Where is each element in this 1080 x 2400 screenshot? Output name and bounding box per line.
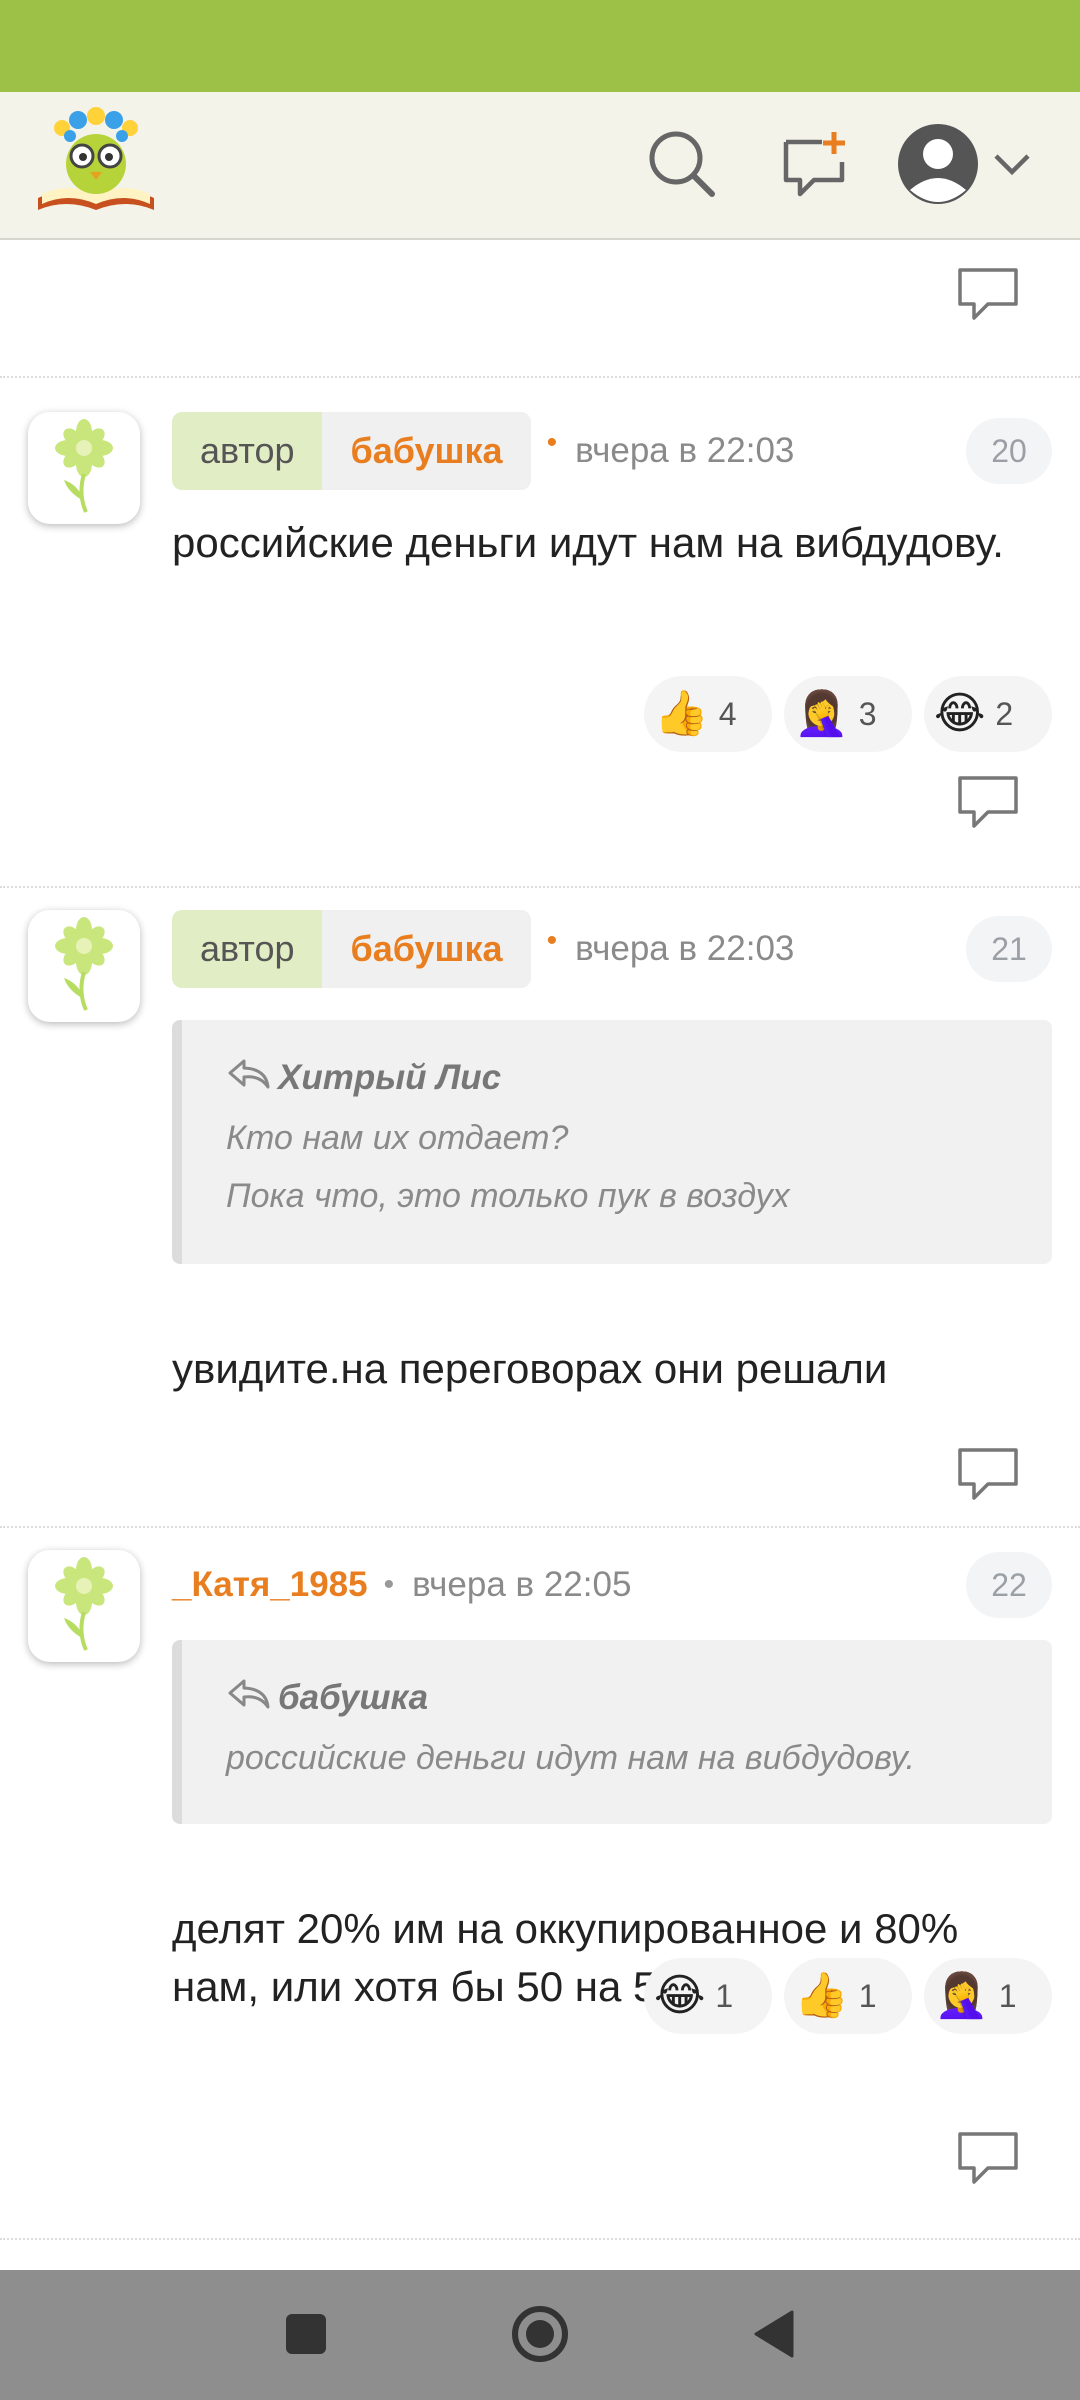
chevron-down-icon [992,150,1032,183]
author-label: автор [172,910,323,988]
home-circle-icon [510,2304,570,2369]
laughing-icon: 😂 [654,1971,706,2020]
new-message-icon [778,128,850,205]
reaction-facepalm[interactable]: 🤦‍♀️ 3 [784,676,912,752]
reaction-count: 1 [715,1977,734,2014]
post-time: вчера в 22:03 [575,929,795,968]
thumbs-up-icon: 👍 [794,1971,849,2020]
reply-button[interactable] [956,774,1020,830]
reaction-laughing[interactable]: 😂 2 [924,676,1052,752]
reply-arrow-icon [226,1057,272,1100]
post-meta: автор бабушка • вчера в 22:03 [172,412,794,490]
reaction-count: 1 [998,1977,1017,2014]
avatar[interactable] [28,1550,140,1662]
laughing-icon: 😂 [934,689,986,738]
post-divider [0,2238,1080,2240]
comment-icon [956,2132,1020,2190]
post-meta: _Катя_1985 • вчера в 22:05 [172,1550,631,1620]
square-icon [284,2312,328,2361]
post-divider [0,376,1080,378]
comment-icon [956,1448,1020,1506]
post-text: российские деньги идут нам на вибдудову. [172,519,1004,566]
post-number[interactable]: 21 [966,916,1052,982]
search-button[interactable] [634,118,730,214]
thumbs-up-icon: 👍 [654,689,709,738]
site-logo[interactable] [32,106,160,218]
flower-icon [46,1554,122,1659]
author-name: бабушка [322,910,531,988]
profile-icon [896,122,980,211]
status-bar [0,0,1080,92]
post-divider [0,1526,1080,1528]
quote-block[interactable]: Хитрый Лис Кто нам их отдает? Пока что, … [172,1020,1052,1264]
profile-menu-button[interactable] [896,118,1044,214]
back-triangle-icon [752,2308,796,2365]
separator-dot: • [546,426,558,459]
reaction-facepalm[interactable]: 🤦‍♀️ 1 [924,1958,1052,2034]
quote-author: бабушка [278,1678,429,1717]
post-time: вчера в 22:03 [575,431,795,470]
reaction-count: 1 [858,1977,877,2014]
comment-icon [956,776,1020,834]
author-name[interactable]: _Катя_1985 [172,1565,368,1605]
avatar[interactable] [28,412,140,524]
author-badge[interactable]: автор бабушка [172,910,531,988]
recent-apps-button[interactable] [270,2300,342,2372]
home-button[interactable] [504,2300,576,2372]
reaction-count: 3 [858,695,877,732]
comment-icon [956,268,1020,326]
post-number[interactable]: 22 [966,1552,1052,1618]
quote-line: Пока что, это только пук в воздух [226,1177,790,1215]
flower-icon [46,416,122,521]
reactions-bar: 👍 4 🤦‍♀️ 3 😂 2 [644,676,1052,752]
post-number[interactable]: 20 [966,418,1052,484]
quote-author-row: Хитрый Лис [226,1056,1052,1100]
quote-block[interactable]: бабушка российские деньги идут нам на ви… [172,1640,1052,1824]
reply-button[interactable] [956,1446,1020,1502]
reply-button[interactable] [956,2130,1020,2186]
reaction-thumbs-up[interactable]: 👍 4 [644,676,772,752]
post-divider [0,886,1080,888]
reactions-bar: 😂 1 👍 1 🤦‍♀️ 1 [644,1958,1052,2034]
reply-button[interactable] [956,266,1020,322]
reply-arrow-icon [226,1677,272,1720]
post-time: вчера в 22:05 [412,1565,632,1604]
facepalm-icon: 🤦‍♀️ [934,1971,989,2020]
new-message-button[interactable] [766,118,862,214]
author-name: бабушка [322,412,531,490]
post-meta: автор бабушка • вчера в 22:03 [172,910,794,988]
separator-dot: • [546,924,558,957]
author-badge[interactable]: автор бабушка [172,412,531,490]
back-button[interactable] [738,2300,810,2372]
author-label: автор [172,412,323,490]
reaction-count: 2 [995,695,1014,732]
quote-author: Хитрый Лис [278,1058,502,1097]
quote-line: Кто нам их отдает? [226,1119,569,1157]
facepalm-icon: 🤦‍♀️ [794,689,849,738]
search-icon [646,128,718,205]
reaction-count: 4 [718,695,737,732]
flower-icon [46,914,122,1019]
android-nav-bar [0,2270,1080,2400]
separator-dot: • [383,1568,395,1601]
quote-line: российские деньги идут нам на вибдудову. [226,1739,915,1777]
comments-feed: автор бабушка • вчера в 22:03 20 российс… [0,242,1080,2270]
app-header [0,92,1080,240]
quote-author-row: бабушка [226,1676,1052,1720]
reaction-laughing[interactable]: 😂 1 [644,1958,772,2034]
reaction-thumbs-up[interactable]: 👍 1 [784,1958,912,2034]
post-text: увидите.на переговорах они решали [172,1345,888,1392]
avatar[interactable] [28,910,140,1022]
